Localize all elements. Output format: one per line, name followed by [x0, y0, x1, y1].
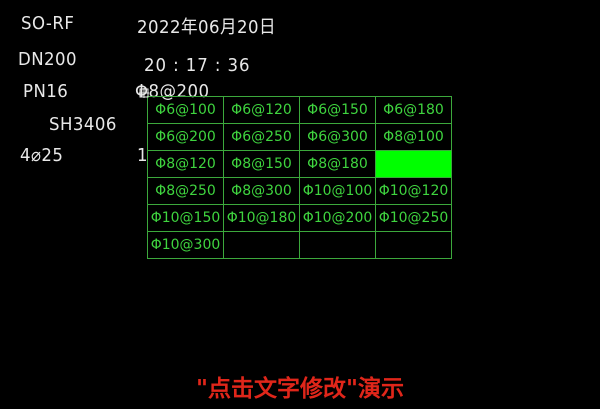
picker-row: Φ6@200 Φ6@250 Φ6@300 Φ8@100 — [147, 123, 452, 151]
picker-row: Φ8@120 Φ8@150 Φ8@180 — [147, 150, 452, 178]
picker-cell[interactable]: Φ10@180 — [223, 204, 300, 232]
standard-text[interactable]: SH3406 — [49, 114, 117, 135]
rebar-spec-picker: Φ6@100 Φ6@120 Φ6@150 Φ6@180 Φ6@200 Φ6@250 Φ6@3… — [147, 96, 452, 259]
picker-cell[interactable]: Φ10@200 — [299, 204, 376, 232]
picker-cell[interactable]: Φ10@100 — [299, 177, 376, 205]
picker-cell[interactable]: Φ8@150 — [223, 150, 300, 178]
picker-cell[interactable]: Φ6@200 — [147, 123, 224, 151]
picker-cell[interactable]: Φ8@120 — [147, 150, 224, 178]
nominal-diameter-text[interactable]: DN200 — [18, 49, 77, 70]
picker-cell[interactable]: Φ6@300 — [299, 123, 376, 151]
picker-cell[interactable]: Φ6@120 — [223, 96, 300, 124]
time-text[interactable]: 20 : 17 : 36 — [144, 55, 250, 76]
picker-cell[interactable]: Φ10@300 — [147, 231, 224, 259]
nominal-pressure-text[interactable]: PN16 — [23, 81, 68, 102]
date-text[interactable]: 2022年06月20日 — [137, 13, 276, 39]
picker-cell-empty[interactable] — [223, 231, 300, 259]
crosshair-cursor-icon — [139, 88, 149, 98]
picker-cell[interactable]: Φ6@150 — [299, 96, 376, 124]
picker-cell[interactable]: Φ8@250 — [147, 177, 224, 205]
bolt-spec-text[interactable]: 4⌀25 — [20, 145, 63, 166]
picker-cell-empty[interactable] — [299, 231, 376, 259]
picker-row: Φ10@300 — [147, 231, 452, 259]
flange-type-text[interactable]: SO-RF — [21, 13, 74, 34]
picker-cell[interactable]: Φ8@300 — [223, 177, 300, 205]
picker-cell-selected[interactable] — [375, 150, 452, 178]
demo-caption: "点击文字修改"演示 — [196, 376, 404, 402]
picker-cell[interactable]: Φ6@100 — [147, 96, 224, 124]
picker-cell-empty[interactable] — [375, 231, 452, 259]
picker-cell[interactable]: Φ8@100 — [375, 123, 452, 151]
picker-cell[interactable]: Φ10@150 — [147, 204, 224, 232]
picker-row: Φ6@100 Φ6@120 Φ6@150 Φ6@180 — [147, 96, 452, 124]
picker-row: Φ8@250 Φ8@300 Φ10@100 Φ10@120 — [147, 177, 452, 205]
picker-cell[interactable]: Φ10@250 — [375, 204, 452, 232]
picker-cell[interactable]: Φ8@180 — [299, 150, 376, 178]
picker-cell[interactable]: Φ10@120 — [375, 177, 452, 205]
picker-cell[interactable]: Φ6@180 — [375, 96, 452, 124]
picker-cell[interactable]: Φ6@250 — [223, 123, 300, 151]
picker-row: Φ10@150 Φ10@180 Φ10@200 Φ10@250 — [147, 204, 452, 232]
